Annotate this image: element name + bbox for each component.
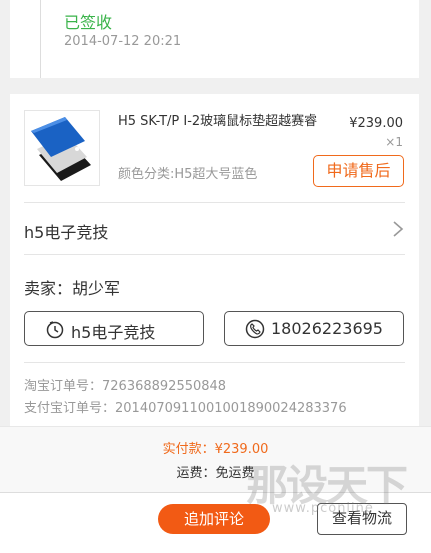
timeline-line bbox=[40, 0, 41, 78]
order-numbers: 淘宝订单号：726368892550848 支付宝订单号：20140709110… bbox=[24, 376, 347, 420]
shipping-fee: 运费：免运费 bbox=[176, 466, 255, 481]
logistics-status: 已签收 bbox=[64, 13, 113, 32]
product-price: ¥239.00 bbox=[349, 116, 403, 131]
paid-amount: 实付款：¥239.00 bbox=[162, 442, 269, 457]
chat-seller-label: h5电子竞技 bbox=[71, 323, 156, 342]
shop-row[interactable]: h5电子竞技 bbox=[10, 202, 419, 254]
shop-name: h5电子竞技 bbox=[24, 223, 109, 242]
add-review-button[interactable]: 追加评论 bbox=[158, 504, 270, 534]
call-seller-button[interactable]: 18026223695 bbox=[224, 311, 404, 346]
divider bbox=[24, 254, 405, 255]
logistics-card[interactable]: 已签收 2014-07-12 20:21 bbox=[10, 0, 419, 78]
chat-seller-button[interactable]: h5电子竞技 bbox=[24, 311, 204, 346]
product-thumbnail[interactable] bbox=[24, 110, 100, 186]
mousepad-product-image bbox=[31, 117, 91, 181]
bottom-action-bar: 追加评论 查看物流 bbox=[0, 492, 431, 553]
phone-icon bbox=[245, 319, 265, 339]
wangwang-chat-icon bbox=[46, 321, 64, 339]
divider bbox=[24, 362, 405, 363]
view-logistics-button[interactable]: 查看物流 bbox=[317, 503, 407, 535]
product-row[interactable]: H5 SK-T/P I-2玻璃鼠标垫超越赛睿 颜色分类:H5超大号蓝色 ¥239… bbox=[10, 94, 419, 202]
product-quantity: ×1 bbox=[385, 135, 403, 149]
logistics-time: 2014-07-12 20:21 bbox=[64, 34, 182, 49]
taobao-order-number: 淘宝订单号：726368892550848 bbox=[24, 379, 227, 394]
product-title[interactable]: H5 SK-T/P I-2玻璃鼠标垫超越赛睿 bbox=[118, 112, 318, 131]
payment-summary: 实付款：¥239.00 运费：免运费 bbox=[0, 426, 431, 492]
seller-name: 卖家：胡少军 bbox=[24, 279, 121, 298]
chevron-right-icon bbox=[393, 221, 404, 237]
order-detail-page: 已签收 2014-07-12 20:21 H5 SK-T/P I-2玻璃鼠标垫超… bbox=[0, 0, 431, 553]
product-spec: 颜色分类:H5超大号蓝色 bbox=[118, 167, 258, 182]
order-card: H5 SK-T/P I-2玻璃鼠标垫超越赛睿 颜色分类:H5超大号蓝色 ¥239… bbox=[10, 94, 419, 444]
after-sale-button[interactable]: 申请售后 bbox=[313, 155, 404, 187]
alipay-order-number: 支付宝订单号：2014070911001001890024283376 bbox=[24, 401, 347, 416]
call-seller-label: 18026223695 bbox=[271, 319, 383, 338]
